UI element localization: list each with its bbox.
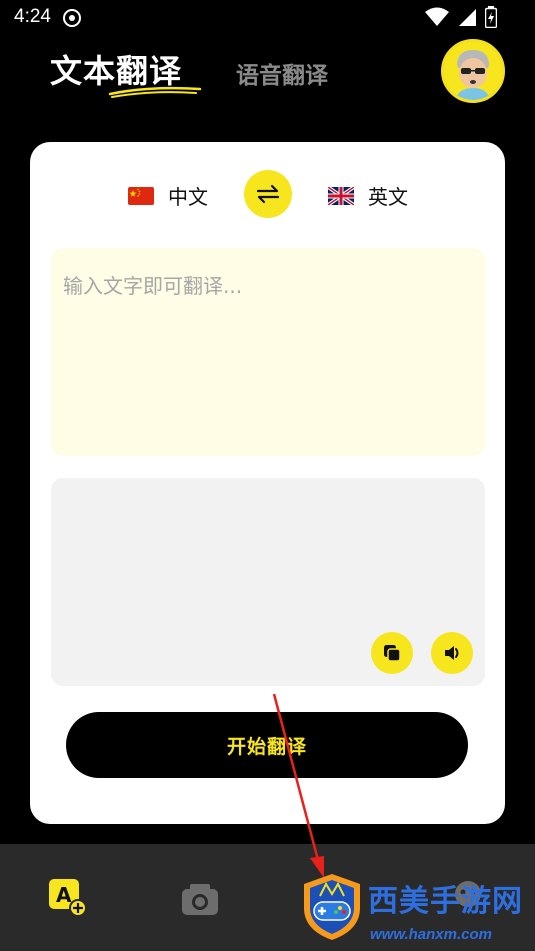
source-language-selector[interactable]: 中文 [128, 181, 208, 210]
copy-icon [384, 645, 401, 662]
camera-icon [182, 884, 218, 915]
target-language-label: 英文 [368, 185, 408, 209]
watermark-title: 西美手游网 [368, 884, 523, 919]
target-language-selector[interactable]: 英文 [328, 181, 408, 210]
signal-icon [459, 9, 476, 26]
battery-icon [485, 6, 497, 28]
china-flag-icon [128, 186, 154, 205]
settings-notification-icon [63, 9, 81, 27]
wifi-icon [425, 7, 449, 26]
tab-voice-translate[interactable]: 语音翻译 [236, 56, 328, 90]
translation-output [51, 478, 485, 686]
header-tabs: 文本翻译 语音翻译 [0, 36, 535, 122]
source-language-label: 中文 [168, 185, 208, 209]
status-time: 4:24 [14, 6, 51, 27]
watermark-url: www.hanxm.com [370, 926, 492, 943]
uk-flag-icon [328, 186, 354, 205]
avatar-image [444, 42, 502, 100]
language-selector-row: 中文 英文 [30, 168, 505, 220]
watermark: 西美手游网 www.hanxm.com [298, 858, 535, 951]
swap-arrows-icon [256, 184, 280, 204]
copy-button[interactable] [371, 632, 413, 674]
text-translate-icon: A [49, 879, 87, 917]
active-tab-underline [108, 86, 202, 98]
svg-text:A: A [56, 883, 72, 907]
status-icons [425, 6, 497, 28]
start-translate-button[interactable]: 开始翻译 [66, 712, 468, 778]
gamepad-shield-logo-icon [304, 874, 360, 940]
avatar[interactable] [441, 39, 505, 103]
nav-camera-translate[interactable] [180, 878, 220, 918]
speak-button[interactable] [431, 632, 473, 674]
speaker-icon [445, 646, 459, 660]
source-text-input[interactable] [51, 248, 485, 456]
status-bar: 4:24 [0, 0, 535, 36]
nav-text-translate[interactable]: A [48, 878, 88, 918]
translation-card: 中文 英文 输入文字即可翻译... 开始翻译 [30, 142, 505, 824]
swap-languages-button[interactable] [244, 170, 292, 218]
